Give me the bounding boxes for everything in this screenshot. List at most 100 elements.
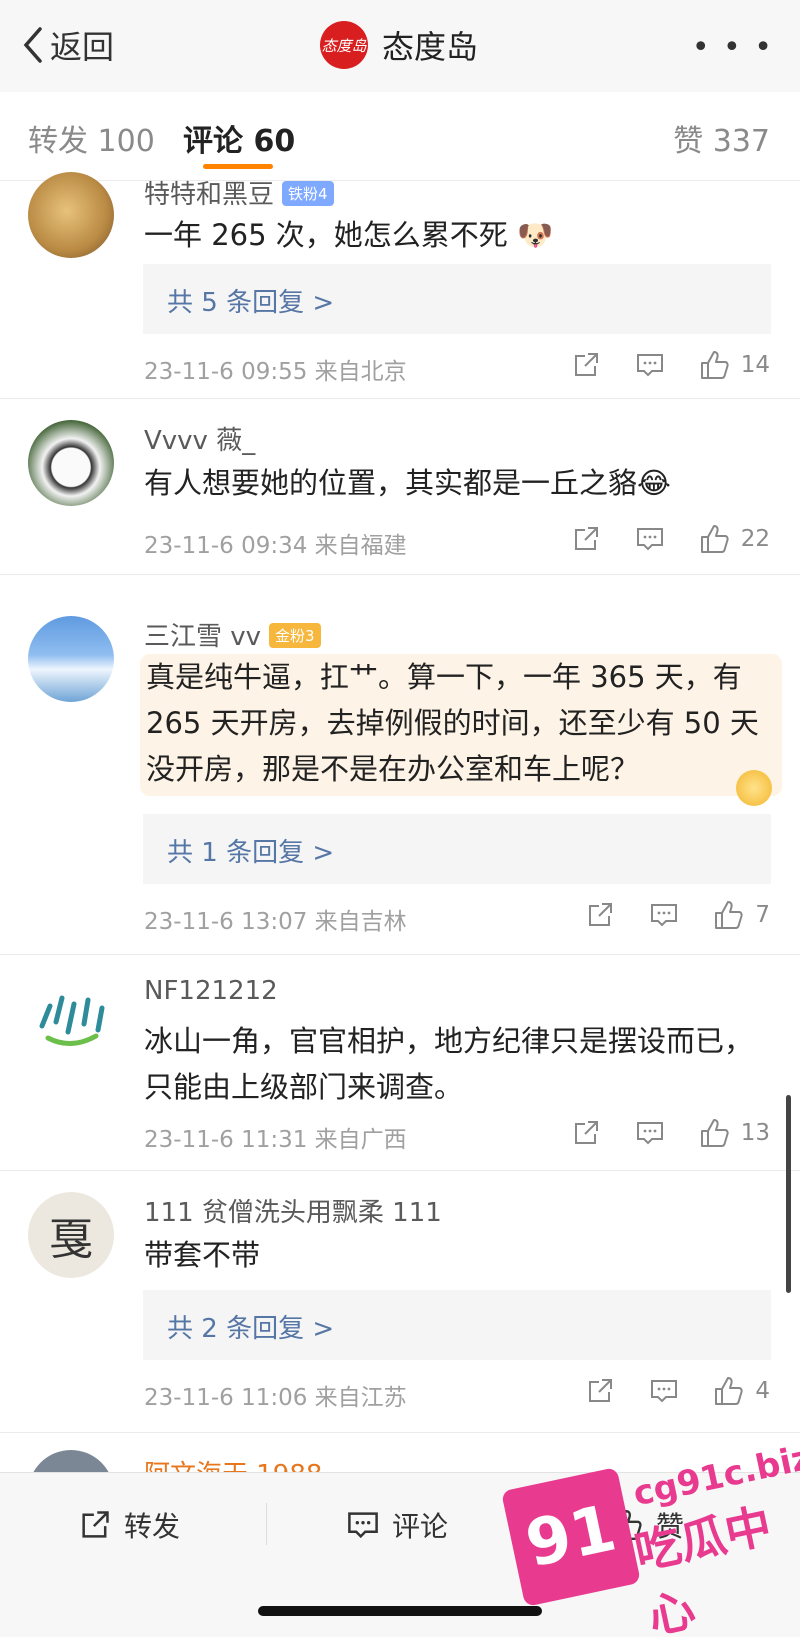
comment-item: NF121212 冰山一角，官官相护，地方纪律只是摆设而已，只能由上级部门来调查… <box>0 954 800 1171</box>
tab-comment[interactable]: 评论 60 <box>183 116 295 160</box>
comment-text-content: 一年 265 次，她怎么累不死 <box>144 218 508 252</box>
comment-icon <box>651 904 678 927</box>
replies-label: 共 1 条回复 > <box>167 838 335 868</box>
replies-label: 共 5 条回复 > <box>167 288 335 318</box>
comment-button[interactable]: 评论 <box>346 1503 448 1547</box>
comment-actions: 22 <box>537 522 770 556</box>
thumbs-up-icon <box>700 525 729 553</box>
share-button[interactable] <box>585 900 615 930</box>
comment-meta: 23-11-6 11:06 来自江苏 <box>144 1385 407 1411</box>
logo-avatar-icon <box>39 995 105 1046</box>
comment-item: 特特和黑豆 铁粉4 一年 265 次，她怎么累不死 🐶 共 5 条回复 > 23-… <box>0 172 800 399</box>
comment-actions: 7 <box>551 898 770 932</box>
page-title-group: 态度岛 态度岛 <box>320 20 478 70</box>
comment-text-content: 有人想要她的位置，其实都是一丘之貉 <box>144 466 638 500</box>
comment-actions: 14 <box>537 348 770 382</box>
reply-button[interactable] <box>635 524 665 554</box>
avatar[interactable] <box>28 172 114 258</box>
like-button[interactable]: 4 <box>713 1375 770 1407</box>
account-logo: 态度岛 <box>320 21 368 69</box>
comment-item: Vvvv 薇_ 有人想要她的位置，其实都是一丘之貉😂 23-11-6 09:34… <box>0 398 800 575</box>
avatar[interactable] <box>28 420 114 506</box>
avatar[interactable]: 戛 <box>28 1192 114 1278</box>
more-menu-button[interactable]: • • • <box>692 30 774 65</box>
reply-button[interactable] <box>635 1118 665 1148</box>
comment-icon <box>636 528 663 551</box>
username-text: 特特和黑豆 <box>144 180 275 210</box>
comment-username[interactable]: 111 贫僧洗头用飘柔 111 <box>144 1192 442 1229</box>
share-icon <box>82 1511 109 1538</box>
share-icon <box>574 353 598 376</box>
share-button[interactable] <box>571 350 601 380</box>
username-text: 三江雪 vv <box>144 622 262 652</box>
like-count: 4 <box>755 1378 770 1404</box>
reply-button[interactable] <box>649 1376 679 1406</box>
comment-username[interactable]: Vvvv 薇_ <box>144 420 255 457</box>
gold-star-badge-icon <box>736 770 772 806</box>
comment-text: 带套不带 <box>144 1238 261 1272</box>
like-button[interactable]: 7 <box>713 899 770 931</box>
like-button[interactable]: 22 <box>699 523 770 555</box>
avatar[interactable] <box>28 976 114 1062</box>
like-button[interactable]: 13 <box>699 1117 770 1149</box>
comment-meta: 23-11-6 09:34 来自福建 <box>144 533 407 559</box>
comment-text-content: 真是纯牛逼，扛艹。算一下，一年 365 天，有 265 天开房，去掉例假的时间，… <box>146 660 759 786</box>
comment-meta: 23-11-6 13:07 来自吉林 <box>144 909 407 935</box>
share-icon <box>574 1121 598 1144</box>
thumbs-up-icon <box>700 1119 729 1147</box>
share-button[interactable] <box>585 1376 615 1406</box>
view-replies-button[interactable]: 共 5 条回复 > <box>143 264 771 334</box>
comment-text: 真是纯牛逼，扛艹。算一下，一年 365 天，有 265 天开房，去掉例假的时间，… <box>140 654 782 796</box>
comment-actions: 4 <box>551 1374 770 1408</box>
reply-button[interactable] <box>635 350 665 380</box>
share-button[interactable] <box>571 524 601 554</box>
share-button[interactable] <box>571 1118 601 1148</box>
repost-button[interactable]: 转发 <box>78 1503 180 1547</box>
comment-meta: 23-11-6 09:55 来自北京 <box>144 359 407 385</box>
active-tab-indicator <box>203 164 273 169</box>
avatar[interactable] <box>28 1450 114 1472</box>
comment-username[interactable]: 三江雪 vv 金粉3 <box>144 616 321 653</box>
avatar[interactable] <box>28 616 114 702</box>
back-button[interactable]: 返回 <box>20 22 114 68</box>
thumbs-up-icon <box>700 351 729 379</box>
comment-icon <box>651 1380 678 1403</box>
top-bar: 返回 态度岛 态度岛 • • • <box>0 0 800 93</box>
view-replies-button[interactable]: 共 2 条回复 > <box>143 1290 771 1360</box>
thumbs-up-icon <box>715 1377 743 1405</box>
share-icon <box>574 527 598 550</box>
comment-text: 一年 265 次，她怎么累不死 🐶 <box>144 212 774 258</box>
tab-bar: 转发 100 评论 60 赞 337 <box>0 92 800 181</box>
page-title: 态度岛 <box>382 28 479 66</box>
comment-item: 三江雪 vv 金粉3 真是纯牛逼，扛艹。算一下，一年 365 天，有 265 天开… <box>0 574 800 955</box>
like-count: 14 <box>740 352 770 378</box>
replies-label: 共 2 条回复 > <box>167 1314 335 1344</box>
comment-label: 评论 <box>392 1510 449 1543</box>
back-label: 返回 <box>50 28 115 66</box>
scrollbar[interactable] <box>786 1095 791 1293</box>
repost-label: 转发 <box>124 1510 181 1543</box>
comment-item: 戛 111 贫僧洗头用飘柔 111 带套不带 共 2 条回复 > 23-11-6… <box>0 1170 800 1433</box>
share-icon <box>589 903 613 926</box>
tab-like[interactable]: 赞 337 <box>673 116 770 160</box>
comment-username[interactable]: 特特和黑豆 铁粉4 <box>144 174 334 211</box>
like-count: 22 <box>740 526 770 552</box>
doge-emoji-icon: 🐶 <box>517 218 554 252</box>
view-replies-button[interactable]: 共 1 条回复 > <box>143 814 771 884</box>
watermark-logo: 91 <box>501 1467 641 1607</box>
comment-text: 有人想要她的位置，其实都是一丘之貉😂 <box>144 460 774 506</box>
like-button[interactable]: 14 <box>699 349 770 381</box>
comment-icon <box>636 354 663 377</box>
comment-icon <box>636 1122 663 1145</box>
like-count: 13 <box>740 1120 770 1146</box>
comment-username[interactable]: NF121212 <box>144 976 278 1006</box>
thumbs-up-icon <box>715 901 743 929</box>
tab-repost[interactable]: 转发 100 <box>28 116 155 160</box>
comment-username[interactable]: 阿文海天 1988 <box>144 1454 322 1472</box>
home-indicator[interactable] <box>258 1606 542 1616</box>
reply-button[interactable] <box>649 900 679 930</box>
comment-text: 冰山一角，官官相护，地方纪律只是摆设而已，只能由上级部门来调查。 <box>144 1024 754 1104</box>
share-icon <box>589 1379 613 1402</box>
fan-badge: 铁粉4 <box>282 181 334 206</box>
comment-icon <box>348 1512 378 1539</box>
